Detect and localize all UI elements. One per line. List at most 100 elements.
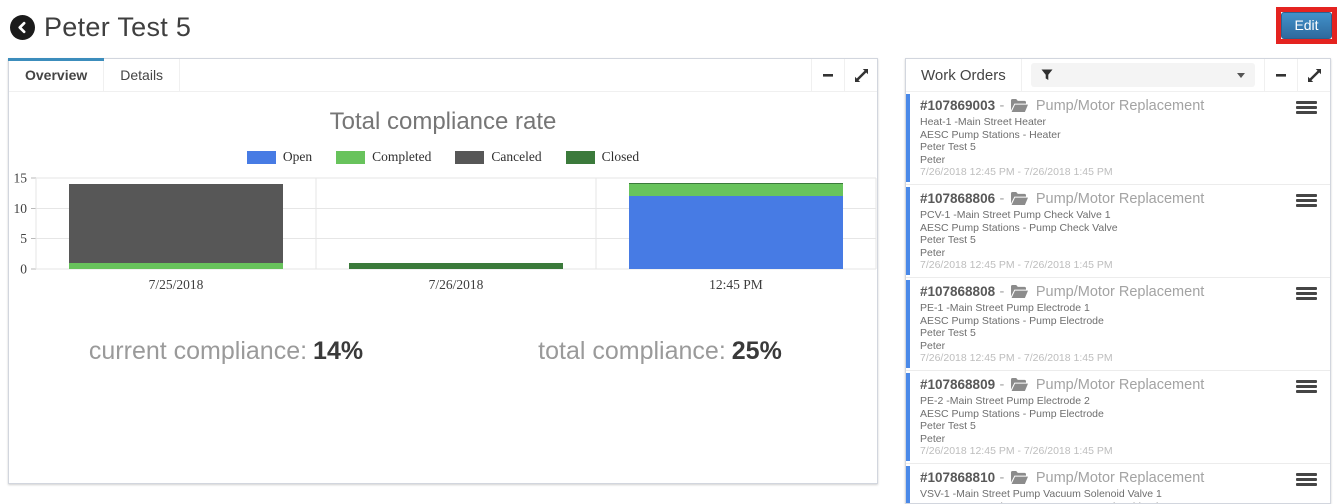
work-order-headline: #107869003 - Pump/Motor Replacement (920, 96, 1290, 116)
edit-button-annotation: Edit (1276, 7, 1337, 44)
expand-work-orders-button[interactable] (1297, 59, 1330, 91)
work-order-headline: #107868810 - Pump/Motor Replacement (920, 468, 1290, 488)
work-order-asset: VSV-1 -Main Street Pump Vacuum Solenoid … (920, 488, 1290, 501)
work-order-id: #107868810 (920, 470, 995, 485)
work-order-type: Pump/Motor Replacement (1036, 191, 1204, 207)
work-order-menu-icon[interactable] (1296, 287, 1317, 300)
chart-title: Total compliance rate (9, 108, 877, 136)
collapse-work-orders-button[interactable] (1264, 59, 1297, 91)
work-order-menu-icon[interactable] (1296, 473, 1317, 486)
tab-overview[interactable]: Overview (9, 59, 104, 91)
work-order-asset: Heat-1 -Main Street Heater (920, 116, 1290, 129)
total-compliance-value: 25% (732, 337, 782, 365)
legend-swatch (247, 151, 276, 164)
work-order-project: Peter Test 5 (920, 234, 1290, 247)
legend-item: Open (247, 149, 312, 165)
work-order-dates: 7/26/2018 12:45 PM - 7/26/2018 1:45 PM (920, 166, 1290, 179)
svg-text:10: 10 (14, 201, 28, 216)
work-order-separator: - (1000, 284, 1009, 300)
open-folder-icon (1011, 192, 1028, 205)
work-order-card[interactable]: #107869003 - Pump/Motor Replacement Heat… (906, 92, 1330, 185)
current-compliance: current compliance:14% (9, 337, 443, 366)
work-order-assignee: Peter (920, 247, 1290, 260)
work-order-location: AESC Pump Stations - Pump Electrode (920, 315, 1290, 328)
expand-panel-button[interactable] (844, 59, 877, 91)
svg-text:7/25/2018: 7/25/2018 (149, 277, 204, 292)
svg-text:0: 0 (20, 262, 27, 277)
work-order-menu-icon[interactable] (1296, 194, 1317, 207)
work-order-location: AESC Pump Stations - Heater (920, 129, 1290, 142)
svg-text:5: 5 (20, 231, 27, 246)
work-order-id: #107868808 (920, 284, 995, 299)
minus-icon (1275, 69, 1287, 81)
legend-label: Completed (372, 149, 431, 165)
work-order-dates: 7/26/2018 12:45 PM - 7/26/2018 1:45 PM (920, 445, 1290, 458)
work-order-asset: PCV-1 -Main Street Pump Check Valve 1 (920, 209, 1290, 222)
work-order-type: Pump/Motor Replacement (1036, 377, 1204, 393)
tab-details[interactable]: Details (104, 59, 180, 91)
work-order-separator: - (1000, 377, 1009, 393)
work-order-card[interactable]: #107868810 - Pump/Motor Replacement VSV-… (906, 464, 1330, 504)
work-order-id: #107868806 (920, 191, 995, 206)
work-order-separator: - (1000, 191, 1009, 207)
collapse-panel-button[interactable] (811, 59, 844, 91)
work-order-card[interactable]: #107868809 - Pump/Motor Replacement PE-2… (906, 371, 1330, 464)
work-order-menu-icon[interactable] (1296, 380, 1317, 393)
open-folder-icon (1011, 471, 1028, 484)
work-order-headline: #107868808 - Pump/Motor Replacement (920, 282, 1290, 302)
work-order-card[interactable]: #107868808 - Pump/Motor Replacement PE-1… (906, 278, 1330, 371)
chart-legend: Open Completed Canceled Closed (9, 149, 877, 165)
overview-panel: Overview Details Total compliance rate O… (8, 58, 878, 484)
work-order-asset: PE-1 -Main Street Pump Electrode 1 (920, 302, 1290, 315)
edit-button[interactable]: Edit (1281, 12, 1332, 39)
work-order-menu-icon[interactable] (1296, 101, 1317, 114)
work-orders-panel-header: Work Orders (906, 59, 1330, 92)
work-order-type: Pump/Motor Replacement (1036, 284, 1204, 300)
total-compliance-label: total compliance: (538, 337, 726, 365)
work-order-project: Peter Test 5 (920, 141, 1290, 154)
open-folder-icon (1011, 99, 1028, 112)
legend-item: Closed (566, 149, 640, 165)
compliance-chart: 0510157/25/20187/26/201812:45 PM (9, 172, 877, 305)
legend-item: Completed (336, 149, 431, 165)
work-order-id: #107868809 (920, 377, 995, 392)
legend-swatch (336, 151, 365, 164)
svg-text:7/26/2018: 7/26/2018 (429, 277, 484, 292)
work-orders-panel: Work Orders #107869003 - Pump/Motor Repl… (905, 58, 1331, 504)
legend-label: Open (283, 149, 312, 165)
work-order-dates: 7/26/2018 12:45 PM - 7/26/2018 1:45 PM (920, 352, 1290, 365)
work-order-card[interactable]: #107868806 - Pump/Motor Replacement PCV-… (906, 185, 1330, 278)
header-spacer (180, 59, 811, 91)
work-order-assignee: Peter (920, 154, 1290, 167)
work-orders-tab[interactable]: Work Orders (906, 59, 1022, 91)
open-folder-icon (1011, 378, 1028, 391)
work-order-assignee: Peter (920, 433, 1290, 446)
work-order-project: Peter Test 5 (920, 420, 1290, 433)
work-order-separator: - (1000, 98, 1009, 114)
diagonal-expand-icon (855, 69, 868, 82)
work-order-type: Pump/Motor Replacement (1036, 98, 1204, 114)
caret-down-icon (1237, 73, 1245, 78)
open-folder-icon (1011, 285, 1028, 298)
legend-label: Canceled (491, 149, 541, 165)
work-order-dates: 7/26/2018 12:45 PM - 7/26/2018 1:45 PM (920, 259, 1290, 272)
work-order-separator: - (1000, 470, 1009, 486)
work-orders-filter-dropdown[interactable] (1031, 63, 1255, 87)
page-header: Peter Test 5 (10, 12, 191, 43)
legend-swatch (455, 151, 484, 164)
diagonal-expand-icon (1308, 69, 1321, 82)
work-order-project: Peter Test 5 (920, 327, 1290, 340)
legend-item: Canceled (455, 149, 541, 165)
total-compliance: total compliance:25% (443, 337, 877, 366)
work-orders-list: #107869003 - Pump/Motor Replacement Heat… (906, 92, 1330, 504)
work-order-headline: #107868809 - Pump/Motor Replacement (920, 375, 1290, 395)
svg-text:15: 15 (14, 172, 28, 186)
current-compliance-value: 14% (313, 337, 363, 365)
work-order-type: Pump/Motor Replacement (1036, 470, 1204, 486)
work-order-assignee: Peter (920, 340, 1290, 353)
legend-swatch (566, 151, 595, 164)
back-icon[interactable] (10, 15, 35, 40)
work-order-headline: #107868806 - Pump/Motor Replacement (920, 189, 1290, 209)
work-order-location: AESC Pump Stations - Pump Vacuum Solenoi… (920, 501, 1290, 504)
compliance-row: current compliance:14% total compliance:… (9, 337, 877, 366)
